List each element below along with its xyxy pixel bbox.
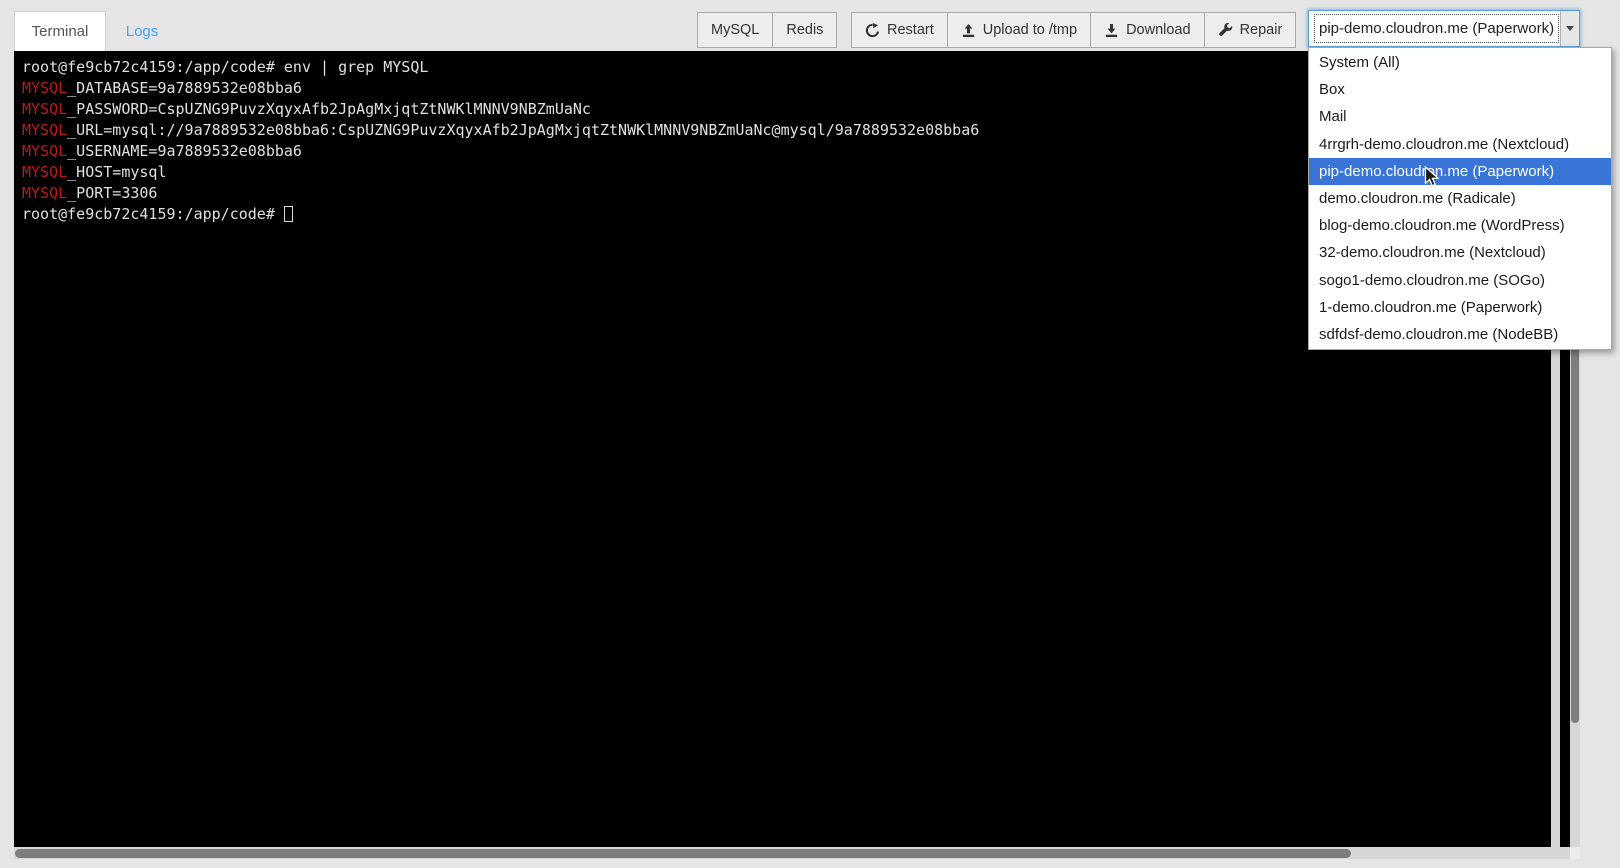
- dropdown-option[interactable]: Mail: [1309, 103, 1611, 130]
- cursor-arrow-icon: [1424, 166, 1441, 195]
- terminal-cursor: [284, 206, 293, 222]
- dropdown-option-highlighted[interactable]: pip-demo.cloudron.me (Paperwork): [1309, 158, 1611, 185]
- mysql-button-label: MySQL: [711, 22, 759, 38]
- wrench-icon: [1218, 23, 1233, 38]
- dropdown-option[interactable]: blog-demo.cloudron.me (WordPress): [1309, 212, 1611, 239]
- dropdown-option[interactable]: 1-demo.cloudron.me (Paperwork): [1309, 294, 1611, 321]
- horizontal-scrollbar-thumb[interactable]: [15, 849, 1351, 858]
- restart-button-label: Restart: [887, 22, 934, 38]
- dropdown-option[interactable]: sogo1-demo.cloudron.me (SOGo): [1309, 267, 1611, 294]
- dropdown-option[interactable]: sdfdsf-demo.cloudron.me (NodeBB): [1309, 321, 1611, 348]
- redis-button-label: Redis: [786, 22, 823, 38]
- download-icon: [1104, 23, 1119, 38]
- dropdown-option[interactable]: 32-demo.cloudron.me (Nextcloud): [1309, 239, 1611, 266]
- refresh-icon: [865, 23, 880, 38]
- upload-button[interactable]: Upload to /tmp: [948, 12, 1091, 48]
- download-button-label: Download: [1126, 22, 1191, 38]
- redis-button[interactable]: Redis: [773, 12, 837, 48]
- tab-terminal-label: Terminal: [32, 23, 89, 40]
- dropdown-option[interactable]: Box: [1309, 76, 1611, 103]
- mysql-button[interactable]: MySQL: [697, 12, 773, 48]
- download-button[interactable]: Download: [1091, 12, 1205, 48]
- dropdown-option[interactable]: 4rrgrh-demo.cloudron.me (Nextcloud): [1309, 131, 1611, 158]
- upload-button-label: Upload to /tmp: [983, 22, 1077, 38]
- upload-icon: [961, 23, 976, 38]
- tab-terminal[interactable]: Terminal: [14, 11, 106, 51]
- select-arrow-icon[interactable]: [1560, 11, 1579, 46]
- dropdown-option[interactable]: System (All): [1309, 49, 1611, 76]
- db-button-group: MySQL Redis: [697, 12, 837, 48]
- restart-button[interactable]: Restart: [851, 12, 948, 48]
- app-selector-value: pip-demo.cloudron.me (Paperwork): [1315, 15, 1558, 42]
- tab-logs-label: Logs: [126, 23, 159, 40]
- scrollbar-corner: [1570, 847, 1580, 859]
- repair-button[interactable]: Repair: [1205, 12, 1297, 48]
- action-button-group: Restart Upload to /tmp Download Repair: [851, 12, 1296, 48]
- dropdown-option[interactable]: demo.cloudron.me (Radicale): [1309, 185, 1611, 212]
- app-selector-dropdown: System (All)BoxMail4rrgrh-demo.cloudron.…: [1308, 47, 1612, 350]
- app-selector[interactable]: pip-demo.cloudron.me (Paperwork): [1308, 10, 1580, 47]
- repair-button-label: Repair: [1240, 22, 1283, 38]
- tab-logs[interactable]: Logs: [106, 11, 178, 51]
